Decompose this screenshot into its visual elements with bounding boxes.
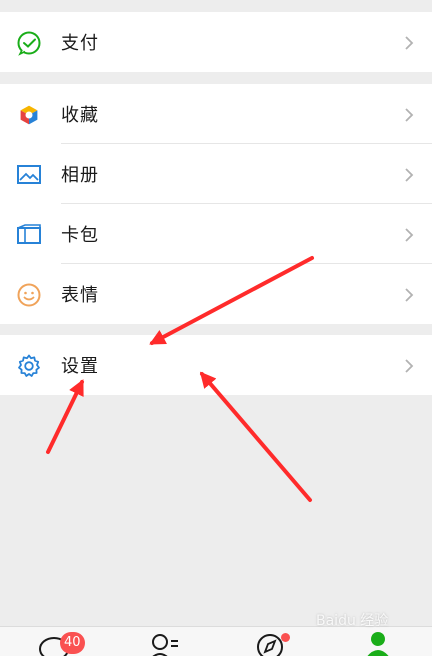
menu-item-cards-label: 卡包 [61,225,99,246]
menu-item-album-label: 相册 [61,165,99,186]
menu-item-pay[interactable]: 支付 [0,12,432,72]
image-icon [16,162,42,188]
nav-contacts[interactable] [146,629,186,656]
chevron-right-icon [405,36,414,50]
menu-item-stickers-label: 表情 [61,285,99,306]
watermark-logo: Baidu 经验 [316,613,389,629]
settings-group: 设置 [0,335,432,395]
pay-group: 支付 [0,12,432,72]
chevron-right-icon [405,359,414,373]
cube-icon [16,102,42,128]
nav-me[interactable] [362,629,402,656]
menu-item-pay-label: 支付 [61,33,99,54]
wechat-pay-icon [16,30,42,56]
menu-item-favorites-label: 收藏 [61,105,99,126]
menu-item-stickers[interactable]: 表情 [0,264,432,324]
menu-item-settings-label: 设置 [61,356,99,377]
chevron-right-icon [405,108,414,122]
menu-item-favorites[interactable]: 收藏 [0,84,432,144]
menu-item-cards[interactable]: 卡包 [0,204,432,264]
smiley-icon [16,282,42,308]
chevron-right-icon [405,168,414,182]
discover-new-dot [281,633,290,642]
chevron-right-icon [405,228,414,242]
chats-unread-badge: 40 [60,632,85,654]
card-icon [16,222,42,248]
contacts-icon [152,634,178,656]
gear-icon [16,353,42,379]
tools-group: 收藏 相册 卡包 表情 [0,84,432,324]
me-icon [367,632,389,656]
me-page: 支付 收藏 相册 卡包 表情 设置 40 Baidu 经验 [0,0,432,656]
menu-item-album[interactable]: 相册 [0,144,432,204]
menu-item-settings[interactable]: 设置 [0,335,432,395]
chevron-right-icon [405,288,414,302]
